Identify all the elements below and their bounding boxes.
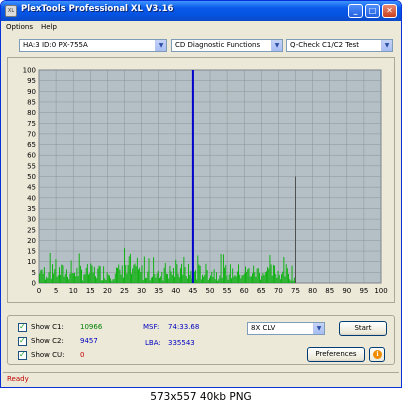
y-tick-label: 15	[27, 248, 36, 256]
y-tick-label: 35	[27, 205, 36, 213]
show-c1-label: Show C1:	[31, 323, 64, 331]
y-tick-label: 40	[27, 194, 36, 202]
app-window: XL PlexTools Professional XL V3.16 _ □ ✕…	[0, 0, 402, 388]
start-button[interactable]: Start	[339, 321, 387, 336]
app-icon: XL	[5, 5, 17, 17]
y-tick-label: 10	[27, 258, 36, 266]
chevron-down-icon[interactable]: ▼	[381, 40, 392, 51]
chevron-down-icon[interactable]: ▼	[271, 40, 282, 51]
y-tick-label: 95	[27, 77, 36, 85]
x-tick-label: 60	[240, 287, 249, 295]
show-c2-checkbox[interactable]	[18, 336, 27, 346]
y-tick-label: 25	[27, 226, 36, 234]
minimize-button[interactable]: _	[348, 4, 363, 18]
c2-value: 9457	[80, 337, 98, 345]
close-button[interactable]: ✕	[382, 4, 397, 18]
x-tick-label: 10	[69, 287, 78, 295]
y-tick-label: 20	[27, 237, 36, 245]
lba-label: LBA:	[145, 339, 161, 347]
y-tick-label: 80	[27, 109, 36, 117]
x-tick-label: 90	[342, 287, 351, 295]
x-tick-label: 55	[223, 287, 232, 295]
y-tick-label: 0	[32, 280, 36, 288]
x-tick-label: 35	[154, 287, 163, 295]
x-tick-label: 40	[171, 287, 180, 295]
msf-value: 74:33.68	[168, 323, 200, 331]
y-tick-label: 100	[23, 67, 36, 75]
test-select[interactable]: Q-Check C1/C2 Test ▼	[286, 39, 393, 52]
msf-label: MSF:	[143, 323, 160, 331]
speed-select-value: 8X CLV	[251, 324, 276, 332]
status-bar: Ready	[3, 372, 399, 386]
chevron-down-icon[interactable]: ▼	[313, 323, 324, 334]
x-tick-label: 15	[86, 287, 95, 295]
drive-select-value: HA:3 ID:0 PX-755A	[23, 41, 88, 49]
cu-value: 0	[80, 351, 85, 359]
y-tick-label: 65	[27, 141, 36, 149]
drive-select[interactable]: HA:3 ID:0 PX-755A ▼	[19, 39, 167, 52]
x-tick-label: 80	[308, 287, 317, 295]
chevron-down-icon[interactable]: ▼	[155, 40, 166, 51]
status-text: Ready	[7, 375, 29, 383]
x-tick-label: 100	[374, 287, 387, 295]
x-tick-label: 30	[137, 287, 146, 295]
info-button[interactable]: i	[369, 347, 385, 362]
menu-options[interactable]: Options	[6, 23, 33, 31]
y-tick-label: 50	[27, 173, 36, 181]
y-tick-label: 75	[27, 120, 36, 128]
x-tick-label: 20	[103, 287, 112, 295]
x-tick-label: 5	[54, 287, 58, 295]
chart-frame: 0 5 10 15 20 25 30 35 40 45 50 55 60 65 70 75 80 85 90 95 10…	[7, 57, 395, 303]
x-tick-label: 75	[291, 287, 300, 295]
maximize-button[interactable]: □	[365, 4, 380, 18]
x-tick-label: 25	[120, 287, 129, 295]
c1-c2-chart: 0510152025303540455055606570758085909510…	[23, 67, 388, 296]
speed-select[interactable]: 8X CLV ▼	[247, 322, 325, 335]
x-tick-label: 0	[37, 287, 41, 295]
y-tick-label: 85	[27, 98, 36, 106]
show-c1-checkbox[interactable]	[18, 322, 27, 332]
show-c2-label: Show C2:	[31, 337, 64, 345]
x-tick-label: 45	[188, 287, 197, 295]
y-tick-label: 5	[32, 269, 36, 277]
y-tick-label: 60	[27, 152, 36, 160]
function-select[interactable]: CD Diagnostic Functions ▼	[171, 39, 283, 52]
y-tick-label: 90	[27, 88, 36, 96]
y-tick-label: 70	[27, 130, 36, 138]
x-tick-label: 95	[359, 287, 368, 295]
x-tick-label: 65	[257, 287, 266, 295]
title-bar[interactable]: XL PlexTools Professional XL V3.16 _ □ ✕	[1, 1, 401, 21]
x-tick-label: 50	[206, 287, 215, 295]
y-tick-label: 30	[27, 216, 36, 224]
window-title: PlexTools Professional XL V3.16	[21, 4, 174, 14]
show-cu-checkbox[interactable]	[18, 350, 27, 360]
c1-value: 10966	[80, 323, 103, 331]
x-tick-label: 85	[325, 287, 334, 295]
test-select-value: Q-Check C1/C2 Test	[290, 41, 360, 49]
lba-value: 335543	[168, 339, 195, 347]
menu-bar: Options Help	[1, 21, 401, 34]
image-caption: 573x557 40kb PNG	[150, 391, 252, 403]
x-tick-label: 70	[274, 287, 283, 295]
function-select-value: CD Diagnostic Functions	[175, 41, 261, 49]
menu-help[interactable]: Help	[41, 23, 57, 31]
results-panel: Show C1: 10966 Show C2: 9457 Show CU: 0 …	[7, 315, 395, 365]
y-tick-label: 45	[27, 184, 36, 192]
y-tick-label: 55	[27, 162, 36, 170]
info-icon: i	[373, 350, 382, 359]
preferences-button[interactable]: Preferences	[307, 347, 365, 362]
show-cu-label: Show CU:	[31, 351, 65, 359]
